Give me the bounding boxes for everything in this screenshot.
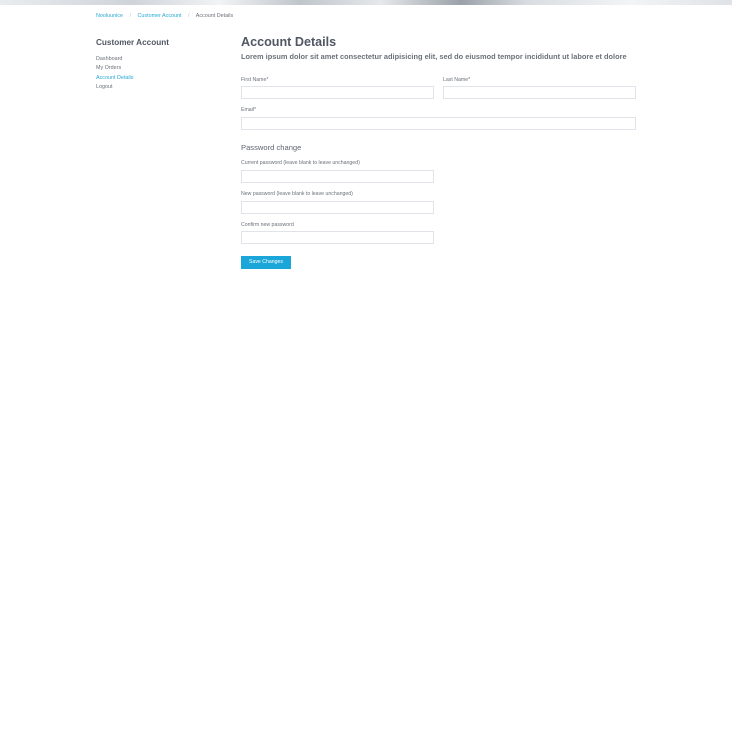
first-name-label: First Name* [241, 77, 269, 83]
current-password-label: Current password (leave blank to leave u… [241, 160, 360, 166]
hero-banner-strip [0, 0, 732, 5]
save-changes-button[interactable]: Save Changes [241, 256, 291, 269]
account-sidebar: Customer Account Dashboard My Orders Acc… [96, 38, 216, 92]
last-name-field[interactable] [443, 86, 636, 99]
new-password-label: New password (leave blank to leave uncha… [241, 191, 353, 197]
page-subtitle: Lorem ipsum dolor sit amet consectetur a… [241, 52, 627, 61]
breadcrumb-home-link[interactable]: Nooluunice [96, 13, 123, 19]
sidebar-item-dashboard[interactable]: Dashboard [96, 55, 216, 64]
confirm-password-label: Confirm new password [241, 222, 294, 228]
first-name-field[interactable] [241, 86, 434, 99]
last-name-label: Last Name* [443, 77, 471, 83]
sidebar-item-account-details[interactable]: Account Details [96, 74, 216, 83]
sidebar-title: Customer Account [96, 38, 169, 47]
breadcrumb-separator: / [129, 13, 131, 19]
breadcrumb-current: Account Details [195, 13, 234, 19]
password-change-heading: Password change [241, 143, 302, 152]
breadcrumb-separator: / [188, 13, 190, 19]
current-password-field[interactable] [241, 170, 434, 183]
breadcrumb-customer-account-link[interactable]: Customer Account [137, 13, 181, 19]
sidebar-item-logout[interactable]: Logout [96, 83, 216, 92]
sidebar-item-my-orders[interactable]: My Orders [96, 64, 216, 73]
email-label: Email* [241, 107, 256, 113]
email-field[interactable] [241, 117, 636, 130]
account-details-main: Account Details Lorem ipsum dolor sit am… [241, 34, 636, 62]
page-title: Account Details [241, 35, 337, 49]
confirm-password-field[interactable] [241, 231, 434, 244]
new-password-field[interactable] [241, 201, 434, 214]
breadcrumb: Nooluunice / Customer Account / Account … [96, 13, 233, 19]
